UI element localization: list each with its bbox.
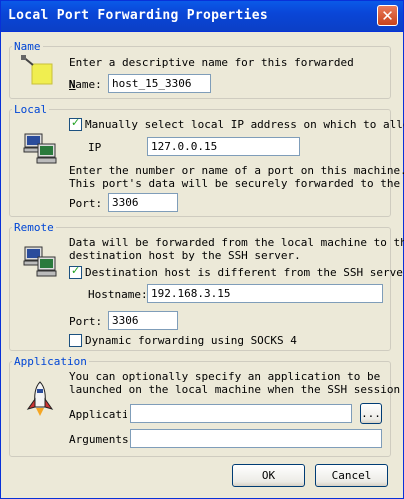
remote-group-legend: Remote [14,221,54,234]
hostname-input[interactable]: 192.168.3.15 [147,284,383,303]
port-description-1: Enter the number or name of a port on th… [69,164,404,177]
name-tag-icon [21,55,53,85]
dialog-window: Local Port Forwarding Properties ✕ Name … [0,0,404,499]
name-input[interactable]: host_15_3306 [108,74,211,93]
hostname-value: 192.168.3.15 [151,287,231,300]
application-description-2: launched on the local machine when the S… [69,383,401,396]
ok-button[interactable]: OK [232,464,305,487]
name-group-legend: Name [14,40,41,53]
name-label: NName: [68,78,102,91]
dynamic-forwarding-label: Dynamic forwarding using SOCKS 4 [85,334,297,347]
destination-diff-checkbox[interactable] [69,264,82,279]
application-description-1: You can optionally specify an applicatio… [69,370,381,383]
ip-label: IP [88,141,102,154]
window-title: Local Port Forwarding Properties [8,8,269,23]
destination-diff-label: Destination host is different from the S… [85,266,404,279]
application-group-legend: Application [14,355,87,368]
name-description: Enter a descriptive name for this forwar… [69,56,354,69]
title-bar[interactable]: Local Port Forwarding Properties ✕ [1,1,403,32]
port-description-2: This port's data will be securely forwar… [69,177,401,190]
manual-ip-checkbox[interactable] [69,116,82,131]
arguments-label: Arguments [69,433,129,446]
local-port-input[interactable]: 3306 [108,193,178,212]
local-port-label: Port: [69,197,103,210]
hostname-label: Hostname: [88,288,148,301]
remote-description-2: destination host by the SSH server. [69,249,301,262]
computers-icon [23,133,57,164]
browse-button[interactable]: ... [360,403,382,424]
rocket-icon [26,381,54,416]
application-input[interactable] [130,404,352,423]
application-label: Applicati [69,408,127,421]
remote-description-1: Data will be forwarded from the local ma… [69,236,404,249]
arguments-input[interactable] [130,429,382,448]
remote-port-label: Port: [69,315,103,328]
close-button[interactable]: ✕ [377,5,398,26]
computers-icon [23,246,57,277]
close-icon: ✕ [381,7,394,25]
name-label-text: Name: [68,78,102,91]
remote-port-input[interactable]: 3306 [108,311,178,330]
ip-input[interactable]: 127.0.0.15 [147,137,300,156]
local-group-legend: Local [14,103,48,116]
cancel-button[interactable]: Cancel [315,464,388,487]
manual-ip-label: Manually select local IP address on whic… [85,118,404,131]
dynamic-forwarding-checkbox[interactable] [69,334,82,347]
